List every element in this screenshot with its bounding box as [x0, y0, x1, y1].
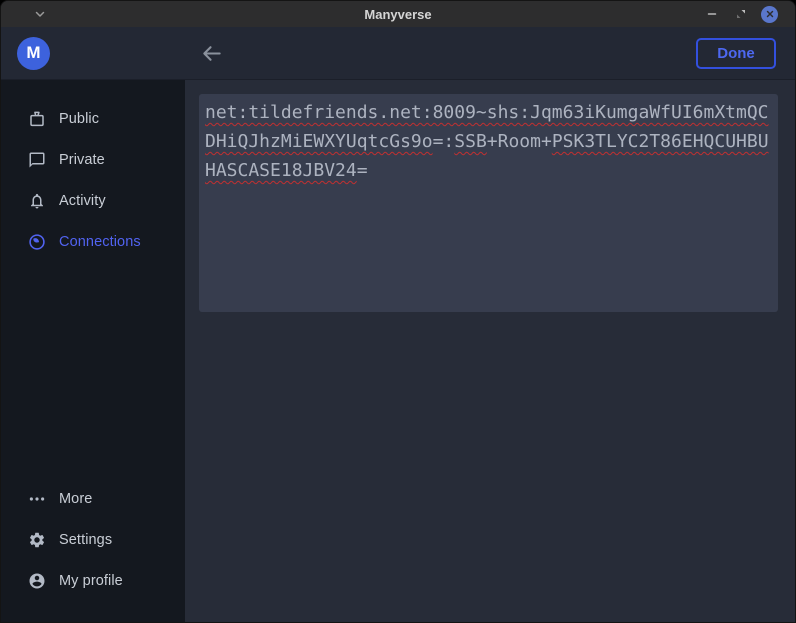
sidebar-item-label: Private	[59, 152, 105, 168]
sidebar: Public Private Activity Connections More Set…	[1, 80, 185, 622]
balloon-icon	[28, 110, 46, 128]
sidebar-item-settings[interactable]: Settings	[1, 519, 185, 560]
text-segment: +Room+	[487, 131, 552, 152]
back-arrow-icon[interactable]	[200, 42, 223, 65]
sidebar-item-label: Connections	[59, 234, 141, 250]
text-segment: =	[357, 160, 368, 181]
done-button[interactable]: Done	[696, 38, 776, 69]
chat-bubble-icon	[28, 151, 46, 169]
app-body: Public Private Activity Connections More Set…	[1, 80, 795, 622]
manyverse-logo: M	[17, 37, 50, 70]
sidebar-main-group: Public Private Activity Connections	[1, 98, 185, 262]
bell-icon	[28, 192, 46, 210]
window-controls	[703, 5, 795, 23]
gear-icon	[28, 531, 46, 549]
titlebar: Manyverse	[1, 1, 795, 27]
sidebar-item-connections[interactable]: Connections	[1, 221, 185, 262]
swim-icon	[28, 233, 46, 251]
sidebar-item-my-profile[interactable]: My profile	[1, 560, 185, 601]
misspelled-segment: SSB	[454, 131, 487, 152]
invite-code-input[interactable]: net:tildefriends.net:8009~shs:Jqm63iKumg…	[199, 94, 778, 312]
sidebar-item-public[interactable]: Public	[1, 98, 185, 139]
sidebar-item-activity[interactable]: Activity	[1, 180, 185, 221]
manyverse-window: Manyverse M Done PublicPrivateAct	[0, 0, 796, 623]
sidebar-item-label: Activity	[59, 193, 106, 209]
content-area: net:tildefriends.net:8009~shs:Jqm63iKumg…	[185, 80, 795, 622]
restore-button[interactable]	[732, 5, 750, 23]
sidebar-item-label: Public	[59, 111, 99, 127]
minimize-button[interactable]	[703, 5, 721, 23]
person-icon	[28, 572, 46, 590]
sidebar-item-label: Settings	[59, 532, 112, 548]
app-header: M Done	[1, 27, 795, 80]
close-button[interactable]	[761, 6, 778, 23]
text-segment: =:	[433, 131, 455, 152]
sidebar-item-label: My profile	[59, 573, 123, 589]
window-menu-chevron-icon[interactable]	[34, 8, 46, 20]
sidebar-bottom-group: More Settings My profile	[1, 478, 185, 601]
sidebar-item-private[interactable]: Private	[1, 139, 185, 180]
ellipsis-icon	[28, 490, 46, 508]
sidebar-item-more[interactable]: More	[1, 478, 185, 519]
window-title: Manyverse	[1, 7, 795, 22]
sidebar-item-label: More	[59, 491, 92, 507]
